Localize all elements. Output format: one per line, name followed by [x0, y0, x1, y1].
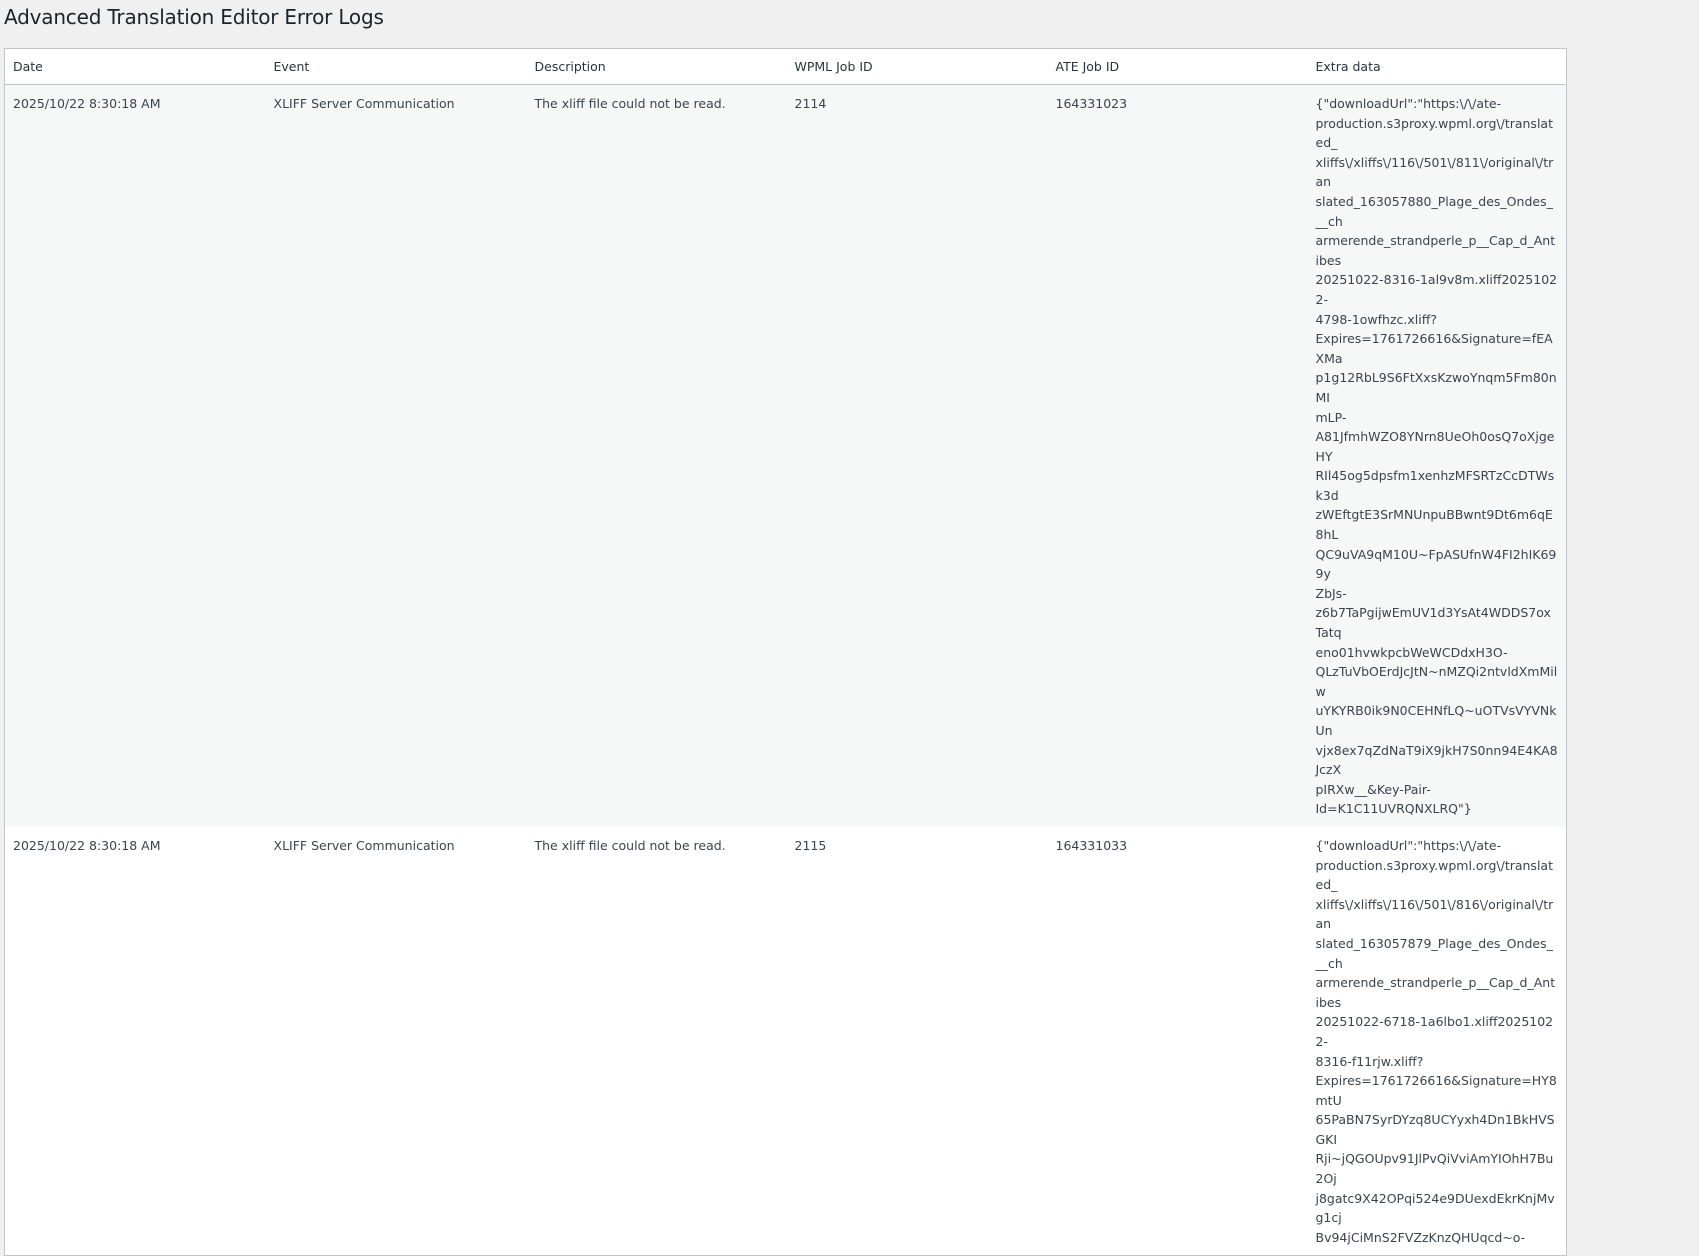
- page-title: Advanced Translation Editor Error Logs: [4, 5, 384, 29]
- column-header-wpml-job-id: WPML Job ID: [786, 48, 1048, 85]
- column-header-date: Date: [4, 48, 266, 85]
- column-header-description: Description: [526, 48, 787, 85]
- cell-wpml-job-id: 2114: [786, 84, 1048, 827]
- column-header-ate-job-id: ATE Job ID: [1047, 48, 1308, 85]
- column-header-extra-data: Extra data: [1307, 48, 1567, 85]
- column-header-event: Event: [265, 48, 527, 85]
- table-row: 2025/10/22 8:30:18 AM XLIFF Server Commu…: [4, 84, 1567, 827]
- cell-wpml-job-id: 2115: [794, 837, 827, 853]
- cell-event: XLIFF Server Communication: [273, 837, 455, 853]
- cell-description: The xliff file could not be read.: [534, 837, 726, 853]
- cell-ate-job-id: 164331023: [1047, 84, 1308, 827]
- error-log-table: Date Event Description WPML Job ID ATE J…: [4, 48, 1567, 1256]
- cell-date: 2025/10/22 8:30:18 AM: [13, 837, 161, 853]
- cell-description: The xliff file could not be read.: [526, 84, 787, 827]
- table-row: 2025/10/22 8:30:18 AM XLIFF Server Commu…: [5, 827, 1567, 1256]
- cell-event: XLIFF Server Communication: [265, 84, 527, 827]
- cell-date: 2025/10/22 8:30:18 AM: [4, 84, 266, 827]
- cell-extra-data: {"downloadUrl":"https:\/\/ate- productio…: [1307, 84, 1567, 827]
- cell-extra-data: {"downloadUrl":"https:\/\/ate- productio…: [1315, 837, 1557, 1245]
- cell-ate-job-id: 164331033: [1055, 837, 1128, 853]
- table-header-row: Date Event Description WPML Job ID ATE J…: [4, 48, 1567, 85]
